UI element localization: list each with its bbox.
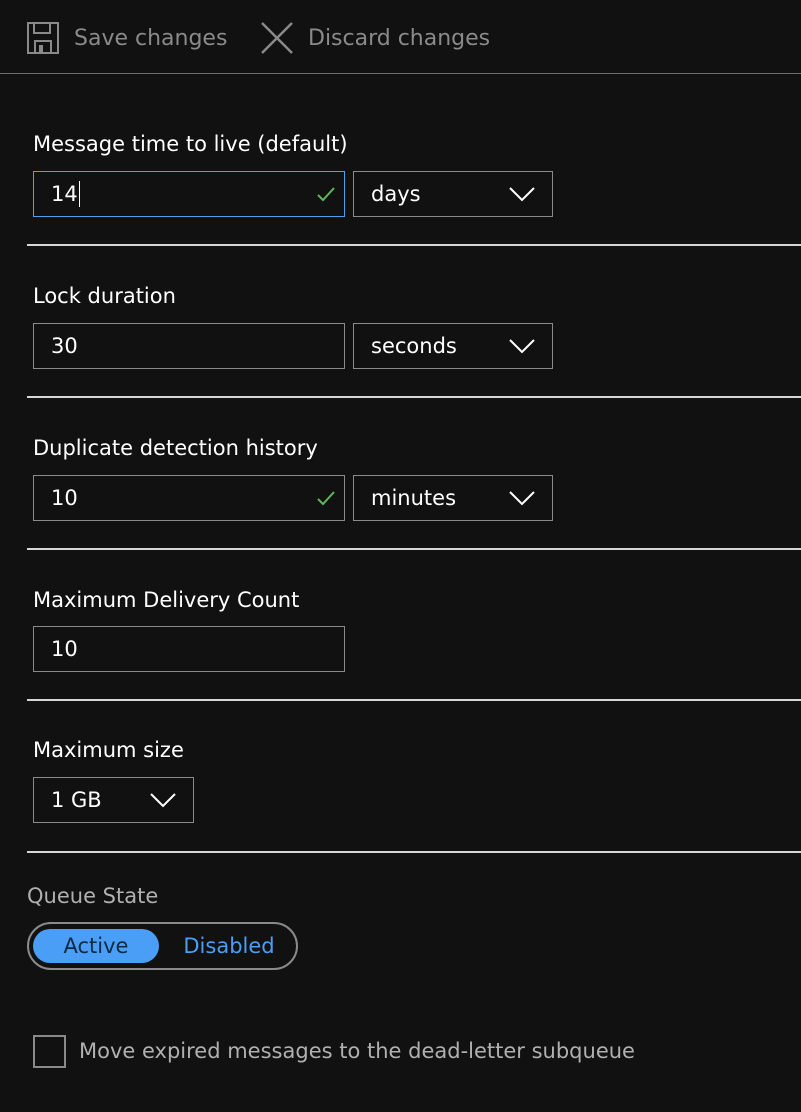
chevron-down-icon xyxy=(509,491,535,506)
queue-state-label: Queue State xyxy=(27,884,159,908)
save-changes-label: Save changes xyxy=(74,25,228,51)
message-ttl-label: Message time to live (default) xyxy=(33,132,348,156)
chevron-down-icon xyxy=(509,339,535,354)
lock-duration-input[interactable]: 30 xyxy=(33,323,345,369)
discard-changes-label: Discard changes xyxy=(308,25,491,51)
lock-duration-value: 30 xyxy=(51,334,78,358)
max-delivery-value: 10 xyxy=(51,637,78,661)
lock-duration-unit-select[interactable]: seconds xyxy=(353,323,553,369)
text-cursor xyxy=(78,181,80,207)
queue-state-toggle[interactable]: Active Disabled xyxy=(27,922,298,970)
section-divider xyxy=(27,851,801,853)
duplicate-detection-unit-select[interactable]: minutes xyxy=(353,475,553,521)
lock-duration-label: Lock duration xyxy=(33,284,176,308)
max-delivery-label: Maximum Delivery Count xyxy=(33,588,300,612)
queue-state-active-option[interactable]: Active xyxy=(33,929,159,963)
checkmark-icon xyxy=(317,187,335,202)
section-divider xyxy=(27,244,801,246)
lock-duration-unit-value: seconds xyxy=(371,334,457,358)
section-divider xyxy=(27,548,801,550)
message-ttl-value: 14 xyxy=(51,182,78,206)
message-ttl-input[interactable]: 14 xyxy=(33,171,345,217)
chevron-down-icon xyxy=(509,187,535,202)
dead-letter-checkbox[interactable] xyxy=(33,1034,66,1068)
discard-changes-button[interactable]: Discard changes xyxy=(260,18,490,58)
section-divider xyxy=(27,396,801,398)
save-icon xyxy=(26,21,60,55)
duplicate-detection-value: 10 xyxy=(51,486,78,510)
duplicate-detection-input[interactable]: 10 xyxy=(33,475,345,521)
dead-letter-checkbox-row[interactable]: Move expired messages to the dead-letter… xyxy=(33,1034,635,1068)
message-ttl-unit-select[interactable]: days xyxy=(353,171,553,217)
section-divider xyxy=(27,699,801,701)
duplicate-detection-unit-value: minutes xyxy=(371,486,457,510)
close-icon xyxy=(260,21,294,55)
max-size-select[interactable]: 1 GB xyxy=(33,777,194,823)
dead-letter-label: Move expired messages to the dead-letter… xyxy=(79,1039,635,1063)
save-changes-button[interactable]: Save changes xyxy=(26,18,227,58)
max-size-value: 1 GB xyxy=(51,788,102,812)
checkmark-icon xyxy=(317,491,335,506)
command-bar: Save changes Discard changes xyxy=(0,0,801,74)
max-size-label: Maximum size xyxy=(33,738,184,762)
duplicate-detection-label: Duplicate detection history xyxy=(33,436,318,460)
message-ttl-unit-value: days xyxy=(371,182,421,206)
queue-state-disabled-option[interactable]: Disabled xyxy=(169,929,289,963)
max-delivery-input[interactable]: 10 xyxy=(33,626,345,672)
chevron-down-icon xyxy=(150,793,176,808)
